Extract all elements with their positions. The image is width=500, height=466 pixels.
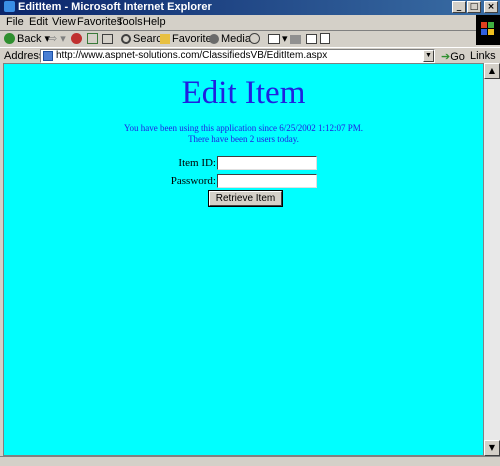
- back-arrow-icon: [4, 33, 15, 44]
- title-bar: EditItem - Microsoft Internet Explorer _…: [0, 0, 500, 15]
- address-bar: Address http://www.aspnet-solutions.com/…: [0, 47, 500, 64]
- refresh-icon: [87, 33, 98, 44]
- history-button[interactable]: [249, 32, 262, 47]
- page-icon: [43, 51, 53, 61]
- toolbar: Back ▾ ⇨ ▾ Search Favorites Media ▾: [0, 31, 476, 48]
- close-button[interactable]: ×: [484, 1, 498, 13]
- scroll-down-button[interactable]: ▼: [484, 440, 500, 456]
- mail-button[interactable]: ▾: [268, 32, 288, 47]
- discuss-button[interactable]: [320, 32, 332, 47]
- window-title: EditItem - Microsoft Internet Explorer: [18, 1, 212, 13]
- address-label: Address: [4, 50, 45, 62]
- print-icon: [290, 35, 301, 44]
- history-icon: [249, 33, 260, 44]
- edit-button[interactable]: [306, 32, 319, 47]
- address-dropdown-button[interactable]: ▼: [423, 50, 434, 62]
- users-today-message: There have been 2 users today.: [188, 134, 299, 144]
- retrieve-item-button[interactable]: Retrieve Item: [209, 191, 282, 206]
- address-input[interactable]: http://www.aspnet-solutions.com/Classifi…: [40, 49, 435, 63]
- stop-icon: [71, 33, 82, 44]
- password-label: Password:: [170, 175, 216, 187]
- media-icon: [209, 34, 219, 44]
- page-content: Edit Item You have been using this appli…: [3, 63, 484, 456]
- maximize-button[interactable]: □: [467, 1, 481, 13]
- print-button[interactable]: [290, 32, 303, 47]
- search-icon: [121, 34, 131, 44]
- stop-button[interactable]: [71, 32, 84, 47]
- forward-arrow-icon: ⇨: [48, 33, 58, 45]
- ie-logo-icon: [4, 1, 15, 12]
- windows-logo-icon: [476, 15, 500, 45]
- refresh-button[interactable]: [87, 32, 100, 47]
- page-heading: Edit Item: [181, 75, 306, 111]
- back-button[interactable]: Back ▾: [4, 32, 50, 47]
- address-url: http://www.aspnet-solutions.com/Classifi…: [56, 50, 328, 61]
- minimize-button[interactable]: _: [452, 1, 466, 13]
- password-input[interactable]: [217, 174, 317, 188]
- forward-button[interactable]: ⇨ ▾: [48, 32, 66, 47]
- go-button[interactable]: ➔Go: [441, 50, 465, 63]
- menu-help[interactable]: Help: [143, 16, 166, 29]
- favorites-icon: [160, 34, 170, 44]
- go-arrow-icon: ➔: [441, 51, 451, 63]
- media-button[interactable]: Media: [209, 32, 251, 47]
- menu-bar: File Edit View Favorites Tools Help: [0, 15, 500, 31]
- item-id-input[interactable]: [217, 156, 317, 170]
- home-button[interactable]: [102, 32, 115, 47]
- usage-message: You have been using this application sin…: [123, 123, 364, 133]
- scroll-up-button[interactable]: ▲: [484, 63, 500, 79]
- vertical-scrollbar[interactable]: ▲ ▼: [484, 63, 500, 456]
- edit-icon: [306, 34, 317, 44]
- mail-icon: [268, 34, 280, 44]
- home-icon: [102, 34, 113, 44]
- menu-edit[interactable]: Edit: [29, 16, 48, 29]
- menu-file[interactable]: File: [6, 16, 24, 29]
- links-button[interactable]: Links: [470, 50, 496, 62]
- menu-favorites[interactable]: Favorites: [77, 16, 122, 29]
- menu-view[interactable]: View: [52, 16, 76, 29]
- item-id-label: Item ID:: [178, 157, 216, 169]
- menu-tools[interactable]: Tools: [117, 16, 143, 29]
- page-icon: [320, 33, 330, 44]
